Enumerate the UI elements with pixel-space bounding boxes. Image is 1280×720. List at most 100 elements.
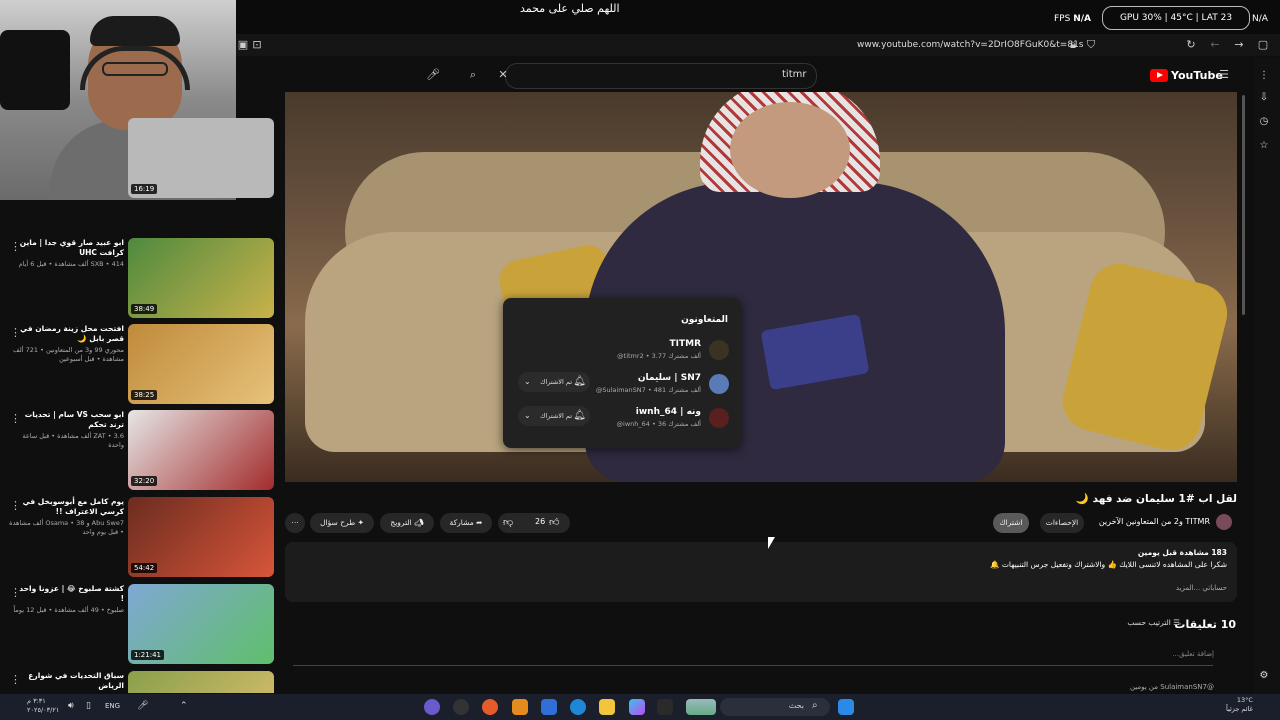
more-icon[interactable]: ⋮ bbox=[1258, 70, 1270, 82]
more-options-icon[interactable]: ⋮ bbox=[10, 586, 21, 599]
list-item[interactable]: 38:49 ابو عبيد صار قوي جدا | ماين كرافت … bbox=[0, 238, 276, 320]
ask-label: طرح سؤال bbox=[320, 518, 356, 527]
bookmark-icon[interactable]: ☆ bbox=[1258, 140, 1270, 152]
chevron-up-icon[interactable]: ⌃ bbox=[180, 701, 188, 711]
video-meta: صلبوخ • 49 ألف مشاهدة • قبل 12 يوماً bbox=[13, 606, 124, 614]
comment-author[interactable]: @SulaimanSN7 من يومين bbox=[1130, 683, 1214, 691]
list-item[interactable]: 1:21:41 كشتة صلبوخ 😂 | عزونا واحد ! صلبو… bbox=[0, 584, 276, 666]
more-options-icon[interactable]: ⋮ bbox=[10, 499, 21, 512]
mic-icon[interactable]: 🎤︎ bbox=[426, 68, 440, 82]
folder-icon[interactable] bbox=[599, 699, 615, 715]
description-more[interactable]: حساباتي ...المزيد bbox=[1176, 584, 1227, 592]
list-item[interactable]: 38:25 افتحت محل زينة رمضان في قصر بابل 🌙… bbox=[0, 324, 276, 406]
sidebar-toggle-icon[interactable]: ▣ bbox=[236, 38, 250, 52]
forward-icon[interactable]: → bbox=[1232, 38, 1246, 52]
video-title[interactable]: كشتة صلبوخ 😂 | عزونا واحد ! bbox=[14, 584, 124, 604]
store-icon[interactable] bbox=[541, 699, 557, 715]
avatar[interactable] bbox=[709, 408, 729, 428]
lock-icon[interactable]: 🔒︎ bbox=[1066, 38, 1080, 52]
list-item[interactable]: 32:20 ابو سحب VS سام | تحديات ترند تحكم … bbox=[0, 410, 276, 492]
terminal-icon[interactable] bbox=[657, 699, 673, 715]
collaborator-name[interactable]: iwnh_64 | ونه bbox=[636, 407, 701, 417]
clear-search-icon[interactable]: ✕ bbox=[496, 68, 510, 82]
description-box[interactable] bbox=[285, 542, 1237, 602]
add-comment-field[interactable] bbox=[293, 645, 1213, 666]
copilot-icon[interactable] bbox=[629, 699, 645, 715]
language-indicator[interactable]: ENG bbox=[105, 702, 120, 710]
volume-icon[interactable]: 🔊︎ bbox=[68, 701, 74, 711]
like-icon[interactable]: 👍︎ bbox=[549, 516, 559, 528]
more-options-icon[interactable]: ⋮ bbox=[10, 326, 21, 339]
list-item[interactable]: 16:19 bbox=[0, 118, 276, 200]
video-title[interactable]: ابو عبيد صار قوي جدا | ماين كرافت UHC bbox=[14, 238, 124, 258]
video-thumbnail[interactable]: 16:19 bbox=[128, 118, 274, 198]
search-input[interactable] bbox=[505, 63, 817, 89]
firefox-icon[interactable] bbox=[482, 699, 498, 715]
more-options-icon[interactable]: ⋮ bbox=[10, 240, 21, 253]
subscribed-button[interactable]: ⌄ تم الاشتراك 🔔︎ bbox=[518, 372, 590, 392]
tray-time: ٣:٣١ م bbox=[27, 697, 46, 705]
search-icon[interactable]: ⌕ bbox=[466, 68, 480, 82]
address-url[interactable]: www.youtube.com/watch?v=2DrIO8FGuK0&t=81… bbox=[857, 40, 1084, 50]
picture-icon[interactable]: ⊡ bbox=[250, 38, 264, 52]
more-actions-icon[interactable]: ⋯ bbox=[285, 513, 305, 533]
like-count[interactable]: 26 bbox=[535, 517, 545, 526]
subscribed-button[interactable]: ⌄ تم الاشتراك 🔔︎ bbox=[518, 406, 590, 426]
share-label: مشاركة bbox=[449, 518, 474, 527]
channel-name[interactable]: TITMR و2 من المتعاونين الآخرين bbox=[1099, 517, 1210, 526]
reload-icon[interactable]: ↻ bbox=[1184, 38, 1198, 52]
video-thumbnail[interactable]: 1:21:41 bbox=[128, 584, 274, 664]
windows-start-icon[interactable] bbox=[838, 699, 854, 715]
discord-icon[interactable] bbox=[424, 699, 440, 715]
obs-icon[interactable] bbox=[453, 699, 469, 715]
collaborator-name[interactable]: سليمان | SN7 bbox=[638, 373, 701, 383]
chevron-down-icon: ⌄ bbox=[524, 377, 531, 386]
collaborator-name[interactable]: TITMR bbox=[669, 339, 701, 349]
video-title[interactable]: ابو سحب VS سام | تحديات ترند تحكم bbox=[14, 410, 124, 430]
avatar[interactable] bbox=[709, 374, 729, 394]
promote-button[interactable]: الترويج 📣︎ bbox=[380, 513, 434, 533]
video-thumbnail[interactable]: 32:20 bbox=[128, 410, 274, 490]
list-item[interactable]: 54:42 يوم كامل مع أبوسوبخل في كرسي الاعت… bbox=[0, 497, 276, 579]
video-title[interactable]: افتحت محل زينة رمضان في قصر بابل 🌙 bbox=[14, 324, 124, 344]
back-icon[interactable]: ← bbox=[1208, 38, 1222, 52]
share-button[interactable]: مشاركة ➦ bbox=[440, 513, 492, 533]
more-options-icon[interactable]: ⋮ bbox=[10, 673, 21, 686]
weather-widget[interactable]: 13°C غائم جزئياً bbox=[1226, 696, 1253, 714]
page-scrollbar[interactable] bbox=[1242, 95, 1245, 315]
settings-icon[interactable]: ⚙ bbox=[1258, 670, 1270, 682]
collaborator-meta: @SulaimanSN7 • 481 ألف مشترك bbox=[595, 386, 701, 394]
video-title[interactable]: سباق التحديات في شوارع الرياض bbox=[14, 671, 124, 691]
mic-tray-icon[interactable]: 🎤︎ bbox=[137, 701, 148, 711]
tray-clock[interactable]: ٣:٣١ م ٢٠٢٥/٠٣/٢١ bbox=[27, 697, 59, 715]
sort-button[interactable]: ☰ الترتيب حسب bbox=[1127, 618, 1180, 627]
widget-icon[interactable] bbox=[686, 699, 716, 715]
video-thumbnail[interactable]: 38:25 bbox=[128, 324, 274, 404]
collaborator-row[interactable]: سليمان | SN7 @SulaimanSN7 • 481 ألف مشتر… bbox=[515, 372, 729, 398]
search-icon[interactable]: ⌕ bbox=[812, 700, 818, 711]
edge-icon[interactable] bbox=[570, 699, 586, 715]
video-thumbnail[interactable]: 38:49 bbox=[128, 238, 274, 318]
downloads-icon[interactable]: ⇩ bbox=[1258, 92, 1270, 104]
collaborator-row[interactable]: TITMR @titmr2 • 3.77 ألف مشترك bbox=[515, 338, 729, 364]
video-player[interactable] bbox=[285, 92, 1237, 482]
video-title[interactable]: يوم كامل مع أبوسوبخل في كرسي الاعتراف !! bbox=[14, 497, 124, 517]
avatar[interactable] bbox=[1216, 514, 1232, 530]
stats-button[interactable]: الإحصاءات bbox=[1040, 513, 1084, 533]
collaborator-row[interactable]: iwnh_64 | ونه @iwnh_64 • 36 ألف مشترك ⌄ ت… bbox=[515, 406, 729, 432]
video-thumbnail[interactable] bbox=[128, 671, 274, 693]
avatar[interactable] bbox=[709, 340, 729, 360]
menu-icon[interactable]: ☰ bbox=[1217, 68, 1231, 82]
tabs-icon[interactable]: ▢ bbox=[1256, 38, 1270, 52]
dislike-icon[interactable]: 👎︎ bbox=[503, 516, 513, 528]
history-icon[interactable]: ◷ bbox=[1258, 116, 1270, 128]
subscribe-button[interactable]: اشتراك bbox=[993, 513, 1029, 533]
shield-icon[interactable]: ⛉ bbox=[1084, 38, 1098, 52]
video-thumbnail[interactable]: 54:42 bbox=[128, 497, 274, 577]
battery-icon[interactable]: ▯ bbox=[86, 701, 91, 711]
youtube-logo[interactable]: YouTube bbox=[1150, 67, 1223, 83]
ask-question-button[interactable]: طرح سؤال ✦ bbox=[310, 513, 374, 533]
more-options-icon[interactable]: ⋮ bbox=[10, 412, 21, 425]
app-icon[interactable] bbox=[512, 699, 528, 715]
list-item[interactable]: سباق التحديات في شوارع الرياض ⋮ bbox=[0, 671, 276, 693]
